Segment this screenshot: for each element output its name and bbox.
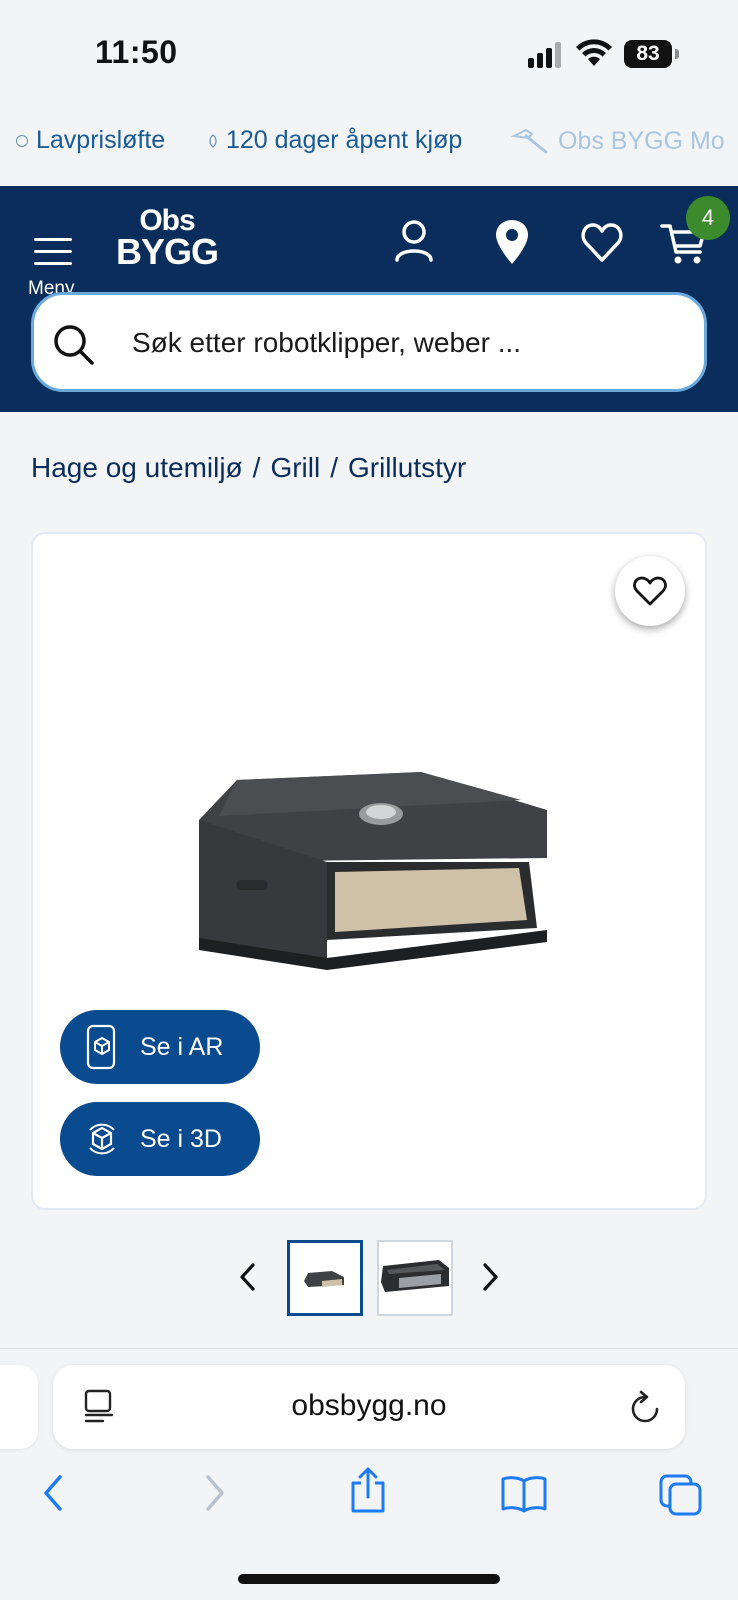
- tabs-icon[interactable]: [658, 1473, 704, 1517]
- chevron-left-icon[interactable]: [236, 1262, 260, 1292]
- user-icon[interactable]: [390, 216, 438, 268]
- previous-tab-preview[interactable]: [0, 1365, 38, 1449]
- thumbnail-1[interactable]: [287, 1240, 363, 1316]
- 3d-cube-icon: [89, 1123, 115, 1155]
- product-image-card: Se i AR Se i 3D: [31, 532, 707, 1210]
- home-indicator[interactable]: [238, 1574, 500, 1584]
- chevron-right-icon[interactable]: [478, 1262, 502, 1292]
- bookmarks-icon[interactable]: [500, 1473, 548, 1513]
- heart-outline-icon: [633, 576, 667, 606]
- site-logo[interactable]: Obs BYGG: [116, 206, 219, 272]
- menu-button[interactable]: Meny: [22, 210, 82, 299]
- search-input[interactable]: [132, 315, 672, 371]
- status-time: 11:50: [95, 34, 178, 70]
- browser-toolbar: obsbygg.no: [0, 1348, 738, 1600]
- promo-item[interactable]: Lavprisløfte: [16, 126, 165, 155]
- breadcrumb-link[interactable]: Grillutstyr: [348, 452, 466, 484]
- logo-line-2: BYGG: [116, 231, 219, 272]
- signal-icon: [528, 40, 562, 68]
- heart-icon[interactable]: [578, 216, 626, 268]
- breadcrumb-separator: /: [252, 452, 261, 483]
- pizza-oven-thumbnail: [381, 1260, 449, 1292]
- back-icon[interactable]: [38, 1473, 70, 1513]
- address-bar[interactable]: obsbygg.no: [53, 1365, 685, 1449]
- site-header: Meny Obs BYGG 4: [0, 186, 738, 412]
- promo-label: Lavprisløfte: [36, 126, 166, 154]
- search-icon: [54, 325, 94, 365]
- location-pin-icon[interactable]: [488, 216, 536, 268]
- hammer-icon: [510, 128, 548, 154]
- search-bar[interactable]: [31, 292, 707, 392]
- breadcrumb-link[interactable]: Grill: [270, 452, 320, 484]
- promo-label: 120 dager åpent kjøp: [226, 126, 463, 154]
- status-bar: 11:50 83: [0, 0, 738, 100]
- thumbnail-carousel: [0, 1238, 738, 1318]
- thumbnail-2[interactable]: [377, 1240, 453, 1316]
- promo-item[interactable]: 120 dager åpent kjøp: [208, 126, 462, 155]
- forward-icon[interactable]: [198, 1473, 230, 1513]
- ar-cube-icon: [86, 1024, 116, 1070]
- breadcrumb: Hage og utemiljø / Grill / Grillutstyr: [31, 452, 466, 484]
- promo-label: Obs BYGG Mo: [558, 126, 725, 155]
- promo-strip: Lavprisløfte 120 dager åpent kjøp Obs BY…: [0, 100, 738, 186]
- wifi-icon: [576, 39, 612, 66]
- view-ar-button[interactable]: Se i AR: [60, 1010, 260, 1084]
- address-url: obsbygg.no: [291, 1389, 447, 1422]
- view-3d-label: Se i 3D: [140, 1124, 222, 1153]
- cart-count-badge: 4: [686, 196, 730, 240]
- pizza-oven-image[interactable]: [199, 770, 551, 970]
- hamburger-icon: [34, 238, 72, 241]
- breadcrumb-link[interactable]: Hage og utemiljø: [31, 452, 243, 484]
- view-ar-label: Se i AR: [140, 1032, 224, 1061]
- reload-icon[interactable]: [627, 1387, 663, 1427]
- battery-icon: 83: [624, 40, 679, 68]
- breadcrumb-separator: /: [330, 452, 338, 483]
- promo-item[interactable]: Obs BYGG Mo: [510, 126, 725, 156]
- favorite-button[interactable]: [615, 556, 685, 626]
- leaf-icon: [209, 133, 217, 148]
- share-icon[interactable]: [348, 1465, 388, 1515]
- view-3d-button[interactable]: Se i 3D: [60, 1102, 260, 1176]
- check-circle-icon: [16, 134, 28, 147]
- pizza-oven-thumbnail: [304, 1271, 344, 1287]
